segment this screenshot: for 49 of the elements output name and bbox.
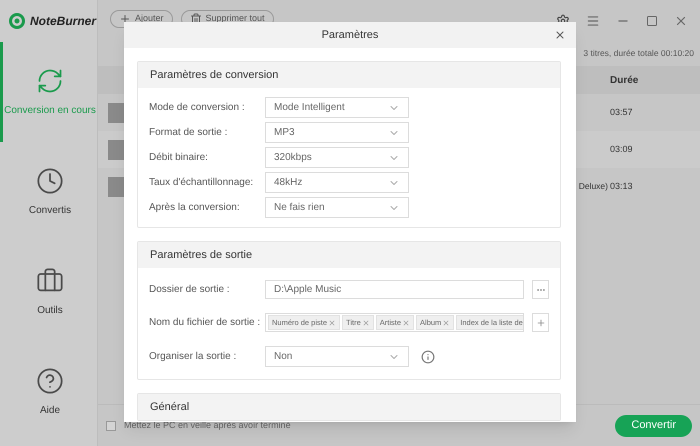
dropdown[interactable]: 48kHz — [265, 172, 409, 193]
field-label: Dossier de sortie : — [149, 283, 231, 297]
refresh-icon — [36, 66, 64, 94]
dropdown[interactable]: Mode Intelligent — [265, 97, 409, 118]
menu-icon[interactable] — [586, 14, 600, 28]
remove-icon[interactable] — [328, 318, 336, 326]
field-label: Débit binaire: — [149, 151, 209, 165]
close-icon[interactable] — [554, 29, 566, 41]
section-title: Général — [150, 400, 190, 415]
table-cell: Deluxe) — [578, 180, 608, 193]
dialog-title: Paramètres — [322, 28, 378, 43]
checkbox-label: Mettez le PC en veille après avoir terminé — [124, 418, 291, 432]
app-name: NoteBurner — [30, 13, 96, 30]
plus-icon — [119, 13, 131, 25]
dropdown[interactable]: Ne fais rien — [265, 197, 409, 218]
remove-icon[interactable] — [402, 318, 410, 326]
close-icon[interactable] — [674, 14, 688, 28]
section-title: Paramètres de sortie — [150, 248, 252, 263]
column-header: Durée — [610, 74, 640, 88]
sidebar-item[interactable]: Aide — [0, 342, 97, 442]
field-label: Nom du fichier de sortie : — [149, 316, 262, 330]
field-label: Organiser la sortie : — [149, 350, 238, 364]
trash-icon — [190, 13, 202, 25]
table-cell-text: 03:09 — [610, 142, 634, 156]
dropdown[interactable]: 320kbps — [265, 147, 409, 168]
table-cell-text: 03:13 — [610, 180, 634, 193]
checkbox[interactable] — [106, 420, 116, 430]
section-title: Paramètres de conversion — [150, 68, 278, 83]
clock-icon — [36, 166, 64, 194]
field-label: Taux d'échantillonnage: — [149, 176, 254, 190]
summary-text: 3 titres, durée totale 00:10:20 — [583, 46, 694, 60]
field-label: Mode de conversion : — [149, 101, 246, 115]
remove-icon[interactable] — [362, 318, 370, 326]
remove-icon[interactable] — [442, 318, 450, 326]
help-icon — [36, 366, 64, 394]
maximize-icon[interactable] — [646, 15, 658, 27]
table-cell-text: 03:57 — [610, 106, 634, 119]
sidebar-item[interactable]: Convertis — [0, 142, 97, 242]
add-button[interactable] — [532, 313, 549, 332]
field-label: Après la conversion: — [149, 201, 241, 215]
logo-icon — [8, 12, 26, 30]
plus-icon — [536, 318, 546, 328]
browse-button[interactable] — [532, 280, 549, 299]
field-label: Format de sortie : — [149, 126, 228, 140]
dropdown[interactable]: Non — [265, 346, 409, 367]
dropdown[interactable]: MP3 — [265, 122, 409, 143]
folder-path-field[interactable]: D:\Apple Music — [265, 280, 524, 299]
sidebar-item[interactable]: Outils — [0, 242, 97, 342]
convert-button[interactable]: Convertir — [615, 414, 692, 436]
